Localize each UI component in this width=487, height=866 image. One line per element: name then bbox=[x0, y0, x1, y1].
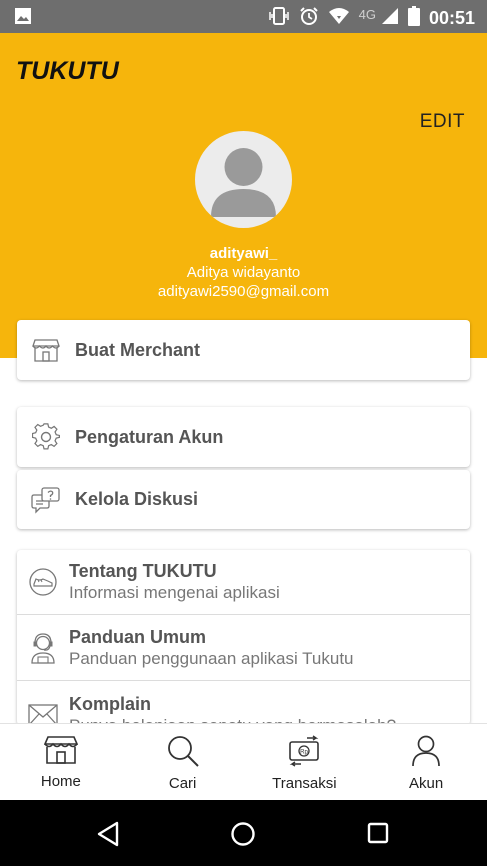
profile-email: adityawi2590@gmail.com bbox=[157, 283, 330, 300]
system-nav-bar bbox=[0, 800, 487, 866]
alarm-icon bbox=[299, 6, 319, 31]
tukutu-logo: TUKUTU bbox=[16, 57, 126, 88]
kelola-diskusi-label: Kelola Diskusi bbox=[75, 489, 199, 509]
buat-merchant-card[interactable]: Buat Merchant bbox=[17, 320, 470, 380]
bottom-nav: Home Cari Rp Transaksi Akun bbox=[0, 723, 487, 800]
nav-akun-label: Akun bbox=[409, 775, 444, 792]
info-list-card: Tentang TUKUTU Informasi mengenai aplika… bbox=[17, 550, 470, 725]
nav-home-label: Home bbox=[40, 773, 81, 790]
gear-icon bbox=[17, 423, 75, 451]
nav-transaksi[interactable]: Rp Transaksi bbox=[244, 724, 366, 800]
wifi-icon bbox=[328, 7, 350, 30]
nav-cari[interactable]: Cari bbox=[122, 724, 244, 800]
signal-icon bbox=[381, 7, 399, 30]
profile-full-name: Aditya widayanto bbox=[186, 264, 301, 281]
svg-text:TUKUTU: TUKUTU bbox=[16, 57, 120, 83]
pengaturan-akun-label: Pengaturan Akun bbox=[75, 426, 224, 447]
panduan-subtitle: Panduan penggunaan aplikasi Tukutu bbox=[69, 649, 354, 668]
search-icon bbox=[166, 735, 200, 772]
buat-merchant-label: Buat Merchant bbox=[75, 339, 201, 360]
back-icon[interactable] bbox=[96, 821, 120, 852]
mail-icon bbox=[17, 703, 69, 725]
status-bar: 4G 00:51 bbox=[0, 0, 487, 33]
network-type: 4G bbox=[358, 7, 376, 22]
svg-text:Rp: Rp bbox=[301, 750, 309, 756]
komplain-title: Komplain bbox=[69, 693, 152, 714]
chat-question-icon bbox=[17, 486, 75, 514]
pengaturan-akun-card[interactable]: Pengaturan Akun bbox=[17, 407, 470, 467]
edit-profile-button[interactable]: EDIT bbox=[420, 111, 465, 133]
image-notification-icon bbox=[14, 7, 32, 30]
money-transfer-icon: Rp bbox=[287, 735, 321, 772]
home-circle-icon[interactable] bbox=[230, 821, 256, 852]
user-icon bbox=[411, 735, 441, 772]
store-icon bbox=[17, 337, 75, 363]
nav-home[interactable]: Home bbox=[0, 724, 122, 800]
battery-icon bbox=[407, 6, 420, 31]
tentang-subtitle: Informasi mengenai aplikasi bbox=[69, 583, 280, 602]
profile-header: TUKUTU EDIT adityawi_ Aditya widayanto a… bbox=[0, 33, 487, 358]
profile-username: adityawi_ bbox=[209, 245, 278, 262]
list-item-panduan[interactable]: Panduan Umum Panduan penggunaan aplikasi… bbox=[17, 616, 470, 681]
nav-cari-label: Cari bbox=[168, 775, 197, 792]
list-item-tentang[interactable]: Tentang TUKUTU Informasi mengenai aplika… bbox=[17, 550, 470, 615]
recents-icon[interactable] bbox=[367, 822, 389, 849]
panduan-title: Panduan Umum bbox=[69, 627, 207, 647]
list-item-komplain[interactable]: Komplain Punya belanjaan sepatu yang ber… bbox=[17, 682, 470, 725]
nav-akun[interactable]: Akun bbox=[365, 724, 487, 800]
status-time: 00:51 bbox=[428, 8, 475, 28]
avatar[interactable] bbox=[195, 131, 292, 228]
shoe-icon bbox=[17, 567, 69, 597]
operator-icon bbox=[17, 632, 69, 664]
kelola-diskusi-card[interactable]: Kelola Diskusi bbox=[17, 470, 470, 529]
vibrate-icon bbox=[268, 7, 290, 30]
store-icon bbox=[43, 735, 79, 770]
nav-transaksi-label: Transaksi bbox=[272, 775, 337, 792]
tentang-title: Tentang TUKUTU bbox=[69, 561, 217, 581]
